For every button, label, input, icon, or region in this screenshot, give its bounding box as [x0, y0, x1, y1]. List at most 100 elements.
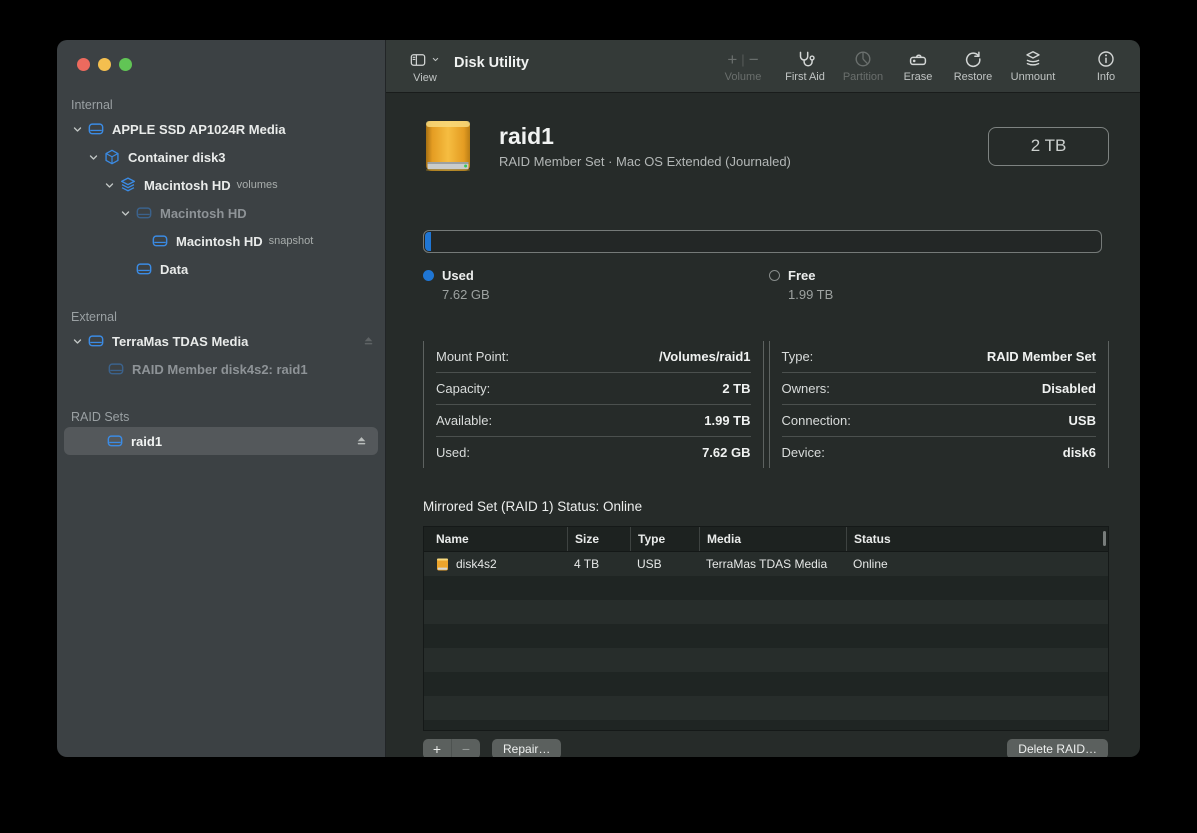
sidebar-toggle-icon: [409, 51, 427, 69]
empty-row: [424, 720, 1108, 731]
view-button[interactable]: View: [409, 49, 441, 84]
add-volume-icon: +: [727, 51, 737, 68]
info-button[interactable]: Info: [1084, 48, 1128, 83]
info-grid: Mount Point: /Volumes/raid1 Capacity: 2 …: [423, 341, 1109, 468]
info-value: 7.62 GB: [702, 445, 750, 460]
raid-status-heading: Mirrored Set (RAID 1) Status: Online: [423, 499, 1109, 514]
info-label: Owners:: [782, 381, 830, 396]
disk-icon: [87, 332, 105, 350]
toolbar: View Disk Utility + | − Volume First Aid: [386, 40, 1140, 93]
sidebar-item-macintosh-hd[interactable]: Macintosh HD: [57, 199, 385, 227]
sidebar-item-label: APPLE SSD AP1024R Media: [112, 122, 286, 137]
scrollbar-thumb[interactable]: [1103, 531, 1106, 546]
member-media: TerraMas TDAS Media: [699, 552, 846, 576]
info-value: USB: [1069, 413, 1096, 428]
close-button[interactable]: [77, 58, 90, 71]
info-value: /Volumes/raid1: [659, 349, 751, 364]
zoom-button[interactable]: [119, 58, 132, 71]
partition-button: Partition: [834, 48, 892, 83]
info-label: Available:: [436, 413, 492, 428]
sidebar-item-raid-member[interactable]: RAID Member disk4s2: raid1: [57, 355, 385, 383]
toolbar-items: + | − Volume First Aid Partition Erase: [710, 40, 1140, 92]
eject-icon[interactable]: [354, 434, 369, 449]
sidebar-item-data[interactable]: Data: [57, 255, 385, 283]
sidebar-item-label: raid1: [131, 434, 162, 449]
empty-row: [424, 624, 1108, 648]
eject-icon[interactable]: [361, 334, 376, 349]
gold-drive-icon: [423, 119, 473, 173]
section-label-internal: Internal: [57, 98, 385, 112]
first-aid-button[interactable]: First Aid: [776, 48, 834, 83]
sidebar-item-raid1-selected[interactable]: raid1: [64, 427, 378, 455]
usage-legend: Used 7.62 GB Free 1.99 TB: [423, 268, 1109, 308]
chevron-down-icon[interactable]: [70, 334, 87, 349]
app-title: Disk Utility: [454, 55, 529, 71]
add-member-button[interactable]: +: [423, 739, 451, 757]
partition-icon: [853, 49, 873, 69]
disk-icon: [151, 232, 169, 250]
info-label: Connection:: [782, 413, 851, 428]
column-header-name[interactable]: Name: [424, 527, 567, 551]
delete-raid-button[interactable]: Delete RAID…: [1007, 739, 1108, 757]
empty-row: [424, 576, 1108, 600]
sidebar-item-apple-ssd[interactable]: APPLE SSD AP1024R Media: [57, 115, 385, 143]
column-header-status[interactable]: Status: [846, 527, 1108, 551]
disk-icon: [106, 432, 124, 450]
sidebar-item-container-disk3[interactable]: Container disk3: [57, 143, 385, 171]
chevron-down-icon[interactable]: [118, 206, 135, 221]
disk-icon: [87, 120, 105, 138]
content-area: raid1 RAID Member Set · Mac OS Extended …: [386, 93, 1140, 757]
chevron-down-icon[interactable]: [70, 122, 87, 137]
raid-members-table: Name Size Type Media Status disk4s2 4 TB…: [423, 526, 1109, 731]
minimize-button[interactable]: [98, 58, 111, 71]
info-row-available: Available: 1.99 TB: [436, 405, 751, 437]
empty-row: [424, 600, 1108, 624]
disk-utility-window: Internal APPLE SSD AP1024R Media Contain…: [57, 40, 1140, 757]
window-controls: [57, 40, 385, 71]
info-row-connection: Connection: USB: [782, 405, 1097, 437]
sidebar-item-macintosh-hd-snapshot[interactable]: Macintosh HD snapshot: [57, 227, 385, 255]
sidebar-item-label: Container disk3: [128, 150, 226, 165]
disk-title: raid1: [499, 123, 791, 150]
volume-button-label: Volume: [725, 71, 762, 83]
erase-label: Erase: [904, 71, 933, 83]
column-header-type[interactable]: Type: [630, 527, 699, 551]
info-row-type: Type: RAID Member Set: [782, 341, 1097, 373]
remove-member-button[interactable]: −: [451, 739, 480, 757]
partition-label: Partition: [843, 71, 883, 83]
unmount-icon: [1023, 49, 1043, 69]
remove-volume-icon: −: [749, 51, 759, 68]
table-header: Name Size Type Media Status: [424, 527, 1108, 552]
sidebar-item-label: Macintosh HD: [144, 178, 231, 193]
usage-bar: [423, 230, 1102, 253]
disk-header: raid1 RAID Member Set · Mac OS Extended …: [423, 119, 1109, 173]
unmount-button[interactable]: Unmount: [1002, 48, 1064, 83]
erase-button[interactable]: Erase: [892, 48, 944, 83]
section-label-external: External: [57, 310, 385, 324]
column-header-media[interactable]: Media: [699, 527, 846, 551]
sidebar-item-macintosh-hd-volumes[interactable]: Macintosh HD volumes: [57, 171, 385, 199]
info-label: Type:: [782, 349, 814, 364]
free-value: 1.99 TB: [788, 287, 833, 302]
main-panel: View Disk Utility + | − Volume First Aid: [386, 40, 1140, 757]
sidebar-item-label: TerraMas TDAS Media: [112, 334, 248, 349]
info-icon: [1096, 49, 1116, 69]
view-button-label: View: [413, 72, 437, 84]
chevron-down-icon[interactable]: [86, 150, 103, 165]
column-header-size[interactable]: Size: [567, 527, 630, 551]
sidebar-item-label: Macintosh HD: [160, 206, 247, 221]
sidebar-item-terramas[interactable]: TerraMas TDAS Media: [57, 327, 385, 355]
info-value: 2 TB: [722, 381, 750, 396]
table-row-disk4s2[interactable]: disk4s2 4 TB USB TerraMas TDAS Media Onl…: [424, 552, 1108, 576]
info-table-right: Type: RAID Member Set Owners: Disabled C…: [769, 341, 1110, 468]
chevron-down-icon[interactable]: [102, 178, 119, 193]
container-icon: [103, 148, 121, 166]
info-label: Mount Point:: [436, 349, 509, 364]
free-label: Free: [788, 268, 815, 283]
disk-icon: [135, 204, 153, 222]
info-value: 1.99 TB: [704, 413, 750, 428]
repair-button[interactable]: Repair…: [492, 739, 561, 757]
restore-button[interactable]: Restore: [944, 48, 1002, 83]
empty-row: [424, 696, 1108, 720]
sidebar-item-suffix: volumes: [237, 179, 278, 191]
